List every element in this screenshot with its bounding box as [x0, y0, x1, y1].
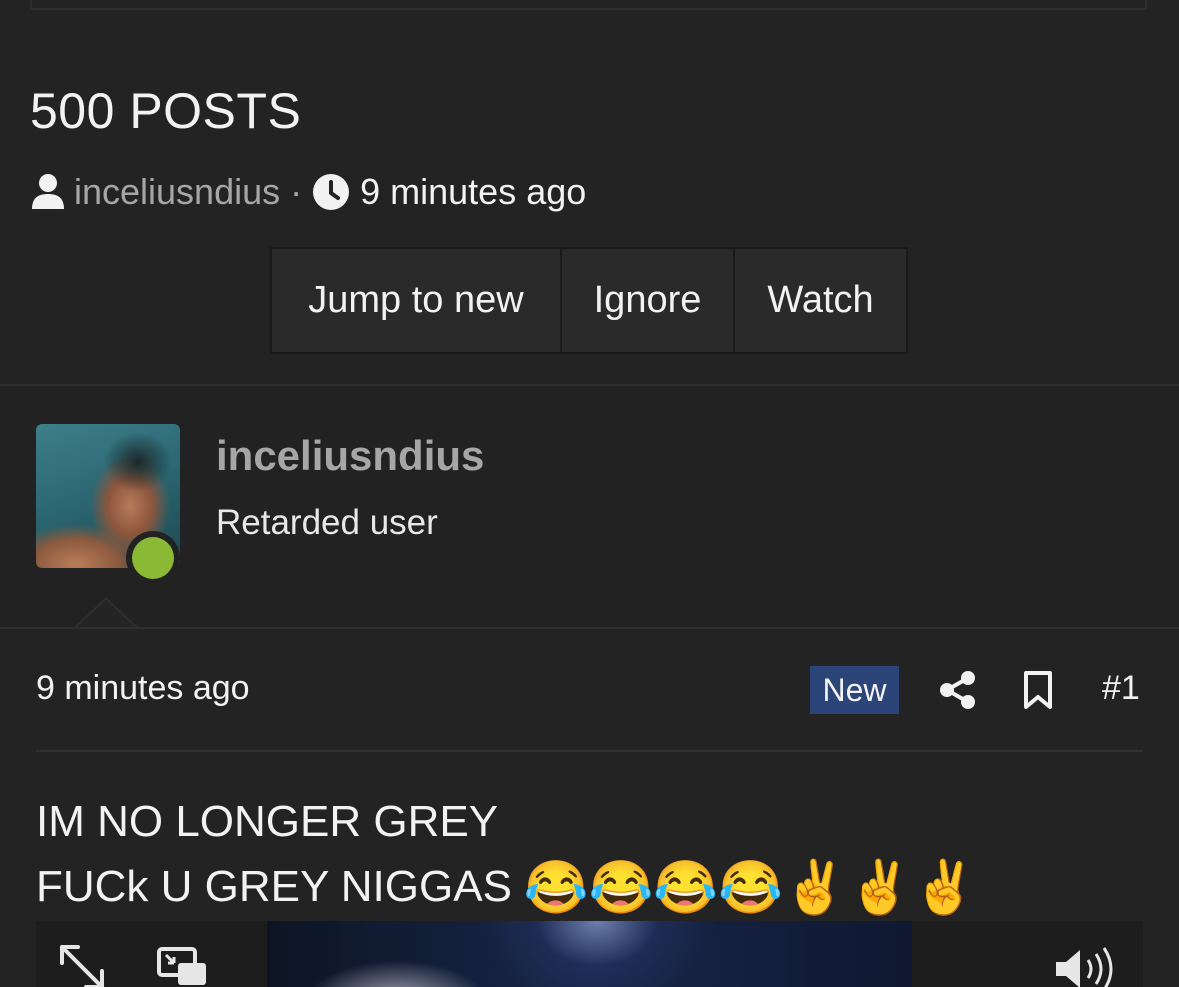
divider	[0, 627, 1179, 629]
post-body-line: IM NO LONGER GREY	[36, 797, 499, 846]
post-username[interactable]: inceliusndius	[216, 432, 484, 480]
meta-separator: ·	[290, 171, 303, 212]
online-status-indicator	[126, 531, 180, 585]
video-player[interactable]	[36, 921, 1143, 987]
post-number-link[interactable]: #1	[1102, 669, 1140, 708]
thread-action-buttons: Jump to new Ignore Watch	[270, 247, 908, 354]
new-badge: New	[810, 666, 899, 714]
clock-icon	[312, 173, 350, 211]
video-frame[interactable]	[267, 921, 912, 987]
thread-time[interactable]: 9 minutes ago	[360, 171, 586, 213]
user-block-arrow-fill	[75, 600, 137, 629]
watch-button[interactable]: Watch	[735, 249, 906, 352]
divider	[36, 750, 1143, 752]
thread-meta: inceliusndius · 9 minutes ago	[30, 168, 586, 216]
post-body-line: FUCk U GREY NIGGAS 😂😂😂😂✌️✌️✌️	[36, 852, 977, 922]
share-icon[interactable]	[938, 670, 978, 710]
thread-page: 500 POSTS inceliusndius · 9 minutes ago …	[0, 0, 1179, 987]
thread-author-link[interactable]: inceliusndius	[74, 171, 280, 213]
post-time[interactable]: 9 minutes ago	[36, 669, 250, 708]
volume-icon[interactable]	[1052, 946, 1122, 987]
jump-to-new-button[interactable]: Jump to new	[272, 249, 562, 352]
user-title: Retarded user	[216, 503, 438, 542]
ignore-button[interactable]: Ignore	[562, 249, 735, 352]
emoji-sequence: 😂😂😂😂✌️✌️✌️	[523, 858, 978, 917]
expand-icon[interactable]	[58, 943, 106, 987]
post-body-text: FUCk U GREY NIGGAS	[36, 862, 512, 911]
user-icon	[30, 173, 66, 211]
bookmark-icon[interactable]	[1022, 670, 1054, 710]
picture-in-picture-icon[interactable]	[156, 946, 208, 987]
thread-title: 500 POSTS	[30, 83, 302, 139]
previous-section-box	[30, 0, 1147, 10]
